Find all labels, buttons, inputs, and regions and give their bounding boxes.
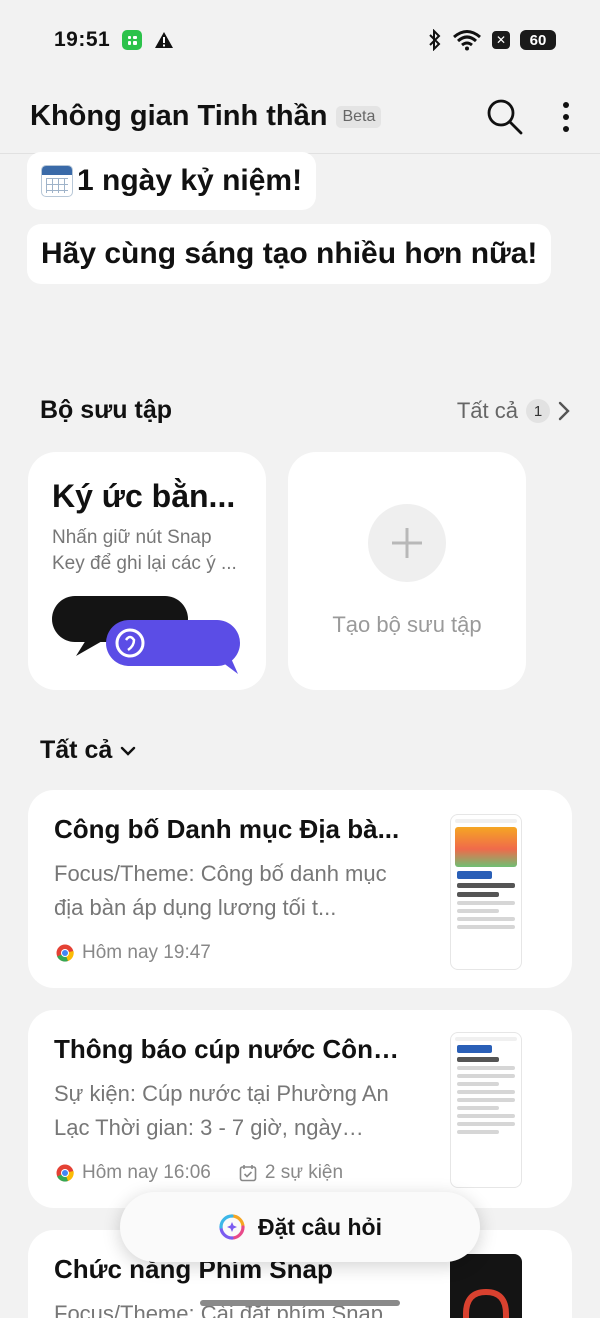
battery-level: 60 [529,31,547,49]
search-icon [487,99,523,134]
status-left: 19:51 [54,28,174,52]
filter-label: Tất cả [40,736,113,764]
filter-dropdown[interactable]: Tất cả [40,736,136,765]
chat-bubbles-icon [52,596,240,674]
item-description: Sự kiện: Cúp nước tại Phường An Lạc Thời… [54,1081,389,1140]
list-item[interactable]: Công bố Danh mục Địa bà... Focus/Theme: … [28,790,572,988]
calendar-icon [41,165,73,197]
header-actions [486,98,570,136]
beta-badge: Beta [336,105,382,128]
chevron-down-icon [121,746,136,756]
status-bar: 19:51 ✕ 60 [0,0,600,80]
clock: 19:51 [54,28,111,51]
wifi-icon [453,30,481,51]
item-thumbnail [450,814,522,970]
item-time: Hôm nay 19:47 [82,942,211,963]
create-collection-label: Tạo bộ sưu tập [332,612,482,637]
item-description: Focus/Theme: Công bố danh mục địa bàn áp… [54,861,387,920]
item-thumbnail [450,1032,522,1188]
encouragement-chip: Hãy cùng sáng tạo nhiều hơn nữa! [27,224,552,284]
plus-icon [392,528,422,558]
app-header: Không gian Tinh thần Beta [0,80,600,154]
list-item[interactable]: Thông báo cúp nước Công... Sự kiện: Cúp … [28,1010,572,1208]
battery-icon: 60 [520,30,556,50]
create-collection-card[interactable]: Tạo bộ sưu tập [288,452,526,690]
see-all-label: Tất cả [456,398,518,423]
ask-question-label: Đặt câu hỏi [258,1213,382,1240]
home-indicator[interactable] [200,1300,400,1306]
search-button[interactable] [486,98,524,136]
x-app-icon: ✕ [492,31,510,49]
encouragement-text: Hãy cùng sáng tạo nhiều hơn nữa! [41,237,538,270]
memory-collection-card[interactable]: Ký ức bằn... Nhấn giữ nút Snap Key để gh… [28,452,266,690]
item-title: Công bố Danh mục Địa bà... [54,814,400,844]
bluetooth-icon [429,29,441,51]
collection-description: Nhấn giữ nút Snap Key để ghi lại các ý .… [52,527,237,574]
anniversary-chip: 1 ngày kỷ niệm! [27,152,317,210]
chevron-right-icon [558,401,570,421]
calendar-check-icon [239,1165,257,1182]
ask-question-button[interactable]: Đặt câu hỏi [120,1192,480,1262]
add-collection-button[interactable] [368,504,446,582]
collection-count-badge: 1 [526,399,550,423]
item-meta: Hôm nay 19:47 [56,942,211,964]
collections-title: Bộ sưu tập [40,396,172,424]
anniversary-text: 1 ngày kỷ niệm! [77,164,303,197]
more-vertical-icon [563,101,569,132]
ai-sparkle-icon [219,1214,245,1240]
warning-icon [155,32,174,48]
item-events: 2 sự kiện [264,1162,344,1183]
item-time: Hôm nay 16:06 [82,1162,211,1183]
chrome-icon [56,1164,74,1182]
status-right: ✕ 60 [428,29,556,51]
see-all-collections-button[interactable]: Tất cả 1 [457,398,570,424]
item-title: Thông báo cúp nước Công... [54,1034,404,1064]
item-thumbnail [450,1254,522,1318]
chrome-icon [56,944,74,962]
more-options-button[interactable] [562,101,570,133]
collection-title: Ký ức bằn... [52,478,236,514]
item-meta: Hôm nay 16:06 2 sự kiện [56,1162,343,1184]
app-notification-icon [122,30,143,50]
page-title: Không gian Tinh thần [30,100,328,132]
